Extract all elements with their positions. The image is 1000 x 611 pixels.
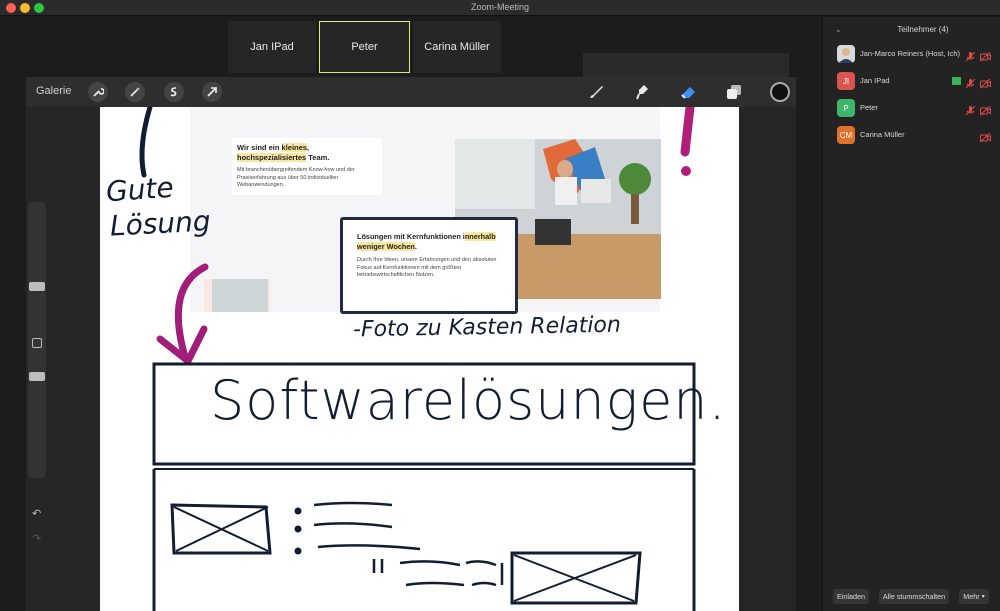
procreate-toolbar: Galerie — [26, 77, 796, 107]
handwriting-loesung: Lösung — [109, 204, 212, 243]
participant-avatar: P — [837, 99, 855, 117]
camera-off-icon[interactable] — [979, 103, 991, 116]
handwriting-softwareloesungen: Softwarelösungen. — [210, 369, 727, 432]
participants-panel: ⌄ Teilnehmer (4) Jan-Marco Reiners (Host… — [822, 17, 1000, 611]
participant-status-icons — [952, 76, 991, 89]
eraser-icon[interactable] — [678, 82, 698, 102]
mic-muted-icon[interactable] — [965, 49, 976, 62]
video-thumbnail-strip: Jan IPad Peter Carina Müller — [228, 21, 789, 213]
participant-row[interactable]: CM Carina Müller — [837, 126, 997, 146]
chevron-down-icon[interactable]: ⌄ — [835, 25, 842, 34]
handwriting-gute: Gute — [104, 170, 175, 209]
thumbnail-label: Peter — [351, 41, 378, 53]
participants-panel-footer: Einladen Alle stummschalten Mehr ▾ — [823, 583, 1000, 611]
layers-icon[interactable] — [724, 82, 744, 102]
participant-row[interactable]: JI Jan IPad — [837, 72, 997, 92]
participant-name: Peter — [860, 103, 878, 112]
handwriting-foto-relation: -Foto zu Kasten Relation — [352, 312, 622, 343]
invite-button[interactable]: Einladen — [833, 589, 869, 604]
window-title: Zoom-Meeting — [470, 2, 530, 12]
selection-icon[interactable] — [164, 82, 184, 102]
mic-muted-icon[interactable] — [965, 76, 976, 89]
chevron-down-icon: ▾ — [981, 594, 985, 600]
thumbnail-carina-mueller[interactable]: Carina Müller — [413, 21, 501, 73]
thumbnail-label: Carina Müller — [424, 41, 490, 53]
screen-share-icon — [952, 77, 961, 85]
handwriting-sketch — [139, 107, 696, 611]
mute-all-button[interactable]: Alle stummschalten — [879, 589, 949, 604]
participant-name: Carina Müller — [860, 130, 905, 139]
thumbnail-peter[interactable]: Peter — [319, 21, 410, 73]
color-picker-button[interactable] — [770, 82, 790, 102]
redo-icon[interactable]: ↷ — [32, 532, 41, 545]
meeting-area: Jan IPad Peter Carina Müller Galerie ↶ ↷… — [0, 17, 822, 611]
participant-avatar: CM — [837, 126, 855, 144]
modify-button[interactable] — [32, 338, 42, 348]
participant-status-icons — [979, 130, 991, 143]
participant-name: Jan IPad — [860, 76, 890, 85]
drawing-canvas[interactable]: Wir sind ein kleines, hochspezialisiertes… — [100, 107, 739, 611]
participant-row[interactable]: P Peter — [837, 99, 997, 119]
brush-size-slider-knob[interactable] — [29, 282, 45, 291]
procreate-sidebar — [28, 202, 46, 478]
participant-avatar — [837, 45, 855, 63]
transform-arrow-icon[interactable] — [202, 82, 222, 102]
more-label: Mehr — [963, 592, 980, 601]
participant-avatar: JI — [837, 72, 855, 90]
more-button[interactable]: Mehr ▾ — [959, 589, 989, 604]
participants-title: Teilnehmer (4) — [897, 25, 949, 34]
thumbnail-jan-ipad[interactable]: Jan IPad — [228, 21, 316, 73]
zoom-window: Zoom-Meeting Jan IPad Peter Carina Mülle… — [0, 0, 1000, 611]
gallery-button[interactable]: Galerie — [36, 85, 71, 97]
camera-off-icon[interactable] — [979, 130, 991, 143]
brush-icon[interactable] — [586, 82, 606, 102]
camera-off-icon[interactable] — [979, 76, 991, 89]
wrench-icon[interactable] — [88, 82, 108, 102]
participant-row[interactable]: Jan-Marco Reiners (Host, Ich) — [837, 45, 997, 65]
opacity-slider-knob[interactable] — [29, 372, 45, 381]
title-bar: Zoom-Meeting — [0, 0, 1000, 16]
smudge-icon[interactable] — [633, 82, 653, 102]
mic-muted-icon[interactable] — [965, 103, 976, 116]
shared-screen-procreate: Galerie ↶ ↷ Wir sind ein kleines, hochsp… — [26, 77, 796, 611]
thumbnail-label: Jan IPad — [250, 41, 294, 53]
participant-name: Jan-Marco Reiners (Host, Ich) — [860, 49, 961, 58]
undo-icon[interactable]: ↶ — [32, 507, 41, 520]
participant-status-icons — [965, 103, 991, 116]
magic-wand-icon[interactable] — [125, 82, 145, 102]
participant-status-icons — [965, 49, 991, 62]
camera-off-icon[interactable] — [979, 49, 991, 62]
participants-panel-header: ⌄ Teilnehmer (4) — [823, 23, 1000, 37]
